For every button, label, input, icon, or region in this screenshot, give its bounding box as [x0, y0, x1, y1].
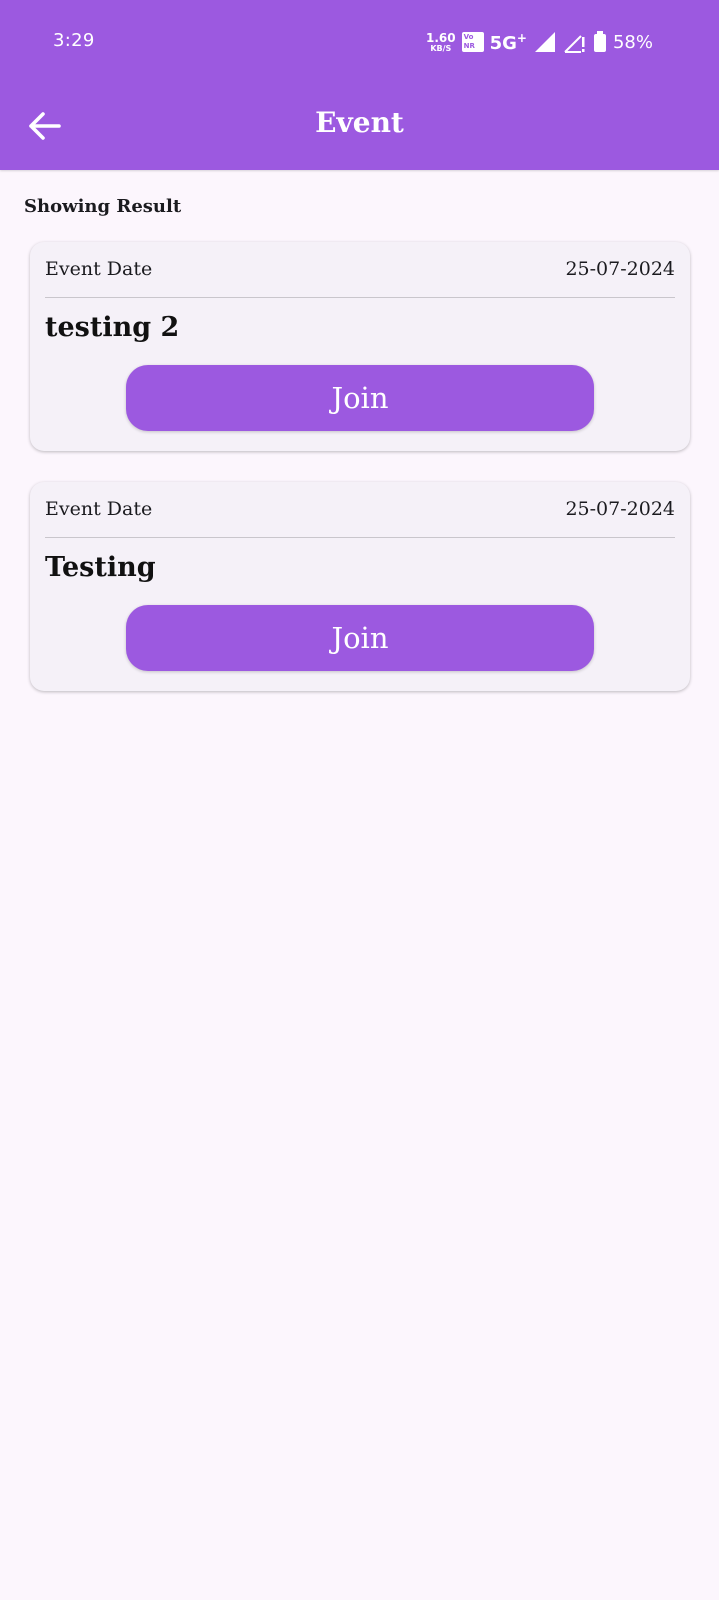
- network-type-label: 5G: [489, 32, 517, 54]
- network-type: 5G+: [490, 31, 527, 54]
- event-card-header: Event Date 25-07-2024: [45, 498, 675, 538]
- net-speed-unit: KB/S: [430, 43, 452, 53]
- volte-bottom: NR: [463, 42, 475, 50]
- event-card-header: Event Date 25-07-2024: [45, 258, 675, 298]
- volte-icon: Vo NR: [461, 32, 484, 52]
- battery-icon: [593, 31, 606, 52]
- volte-top: Vo: [463, 33, 474, 41]
- event-date: 25-07-2024: [565, 258, 675, 280]
- header: 3:29 1.60 KB/S Vo NR 5G+ 58% Event: [0, 0, 719, 170]
- status-icons: 1.60 KB/S Vo NR 5G+ 58%: [426, 28, 653, 56]
- event-card: Event Date 25-07-2024 testing 2 Join: [30, 242, 690, 451]
- network-plus: +: [516, 30, 527, 45]
- event-name: Testing: [45, 552, 156, 583]
- battery-percent: 58%: [612, 31, 653, 53]
- event-date: 25-07-2024: [565, 498, 675, 520]
- page-title: Event: [315, 106, 404, 139]
- signal-no-service-icon: [564, 35, 585, 53]
- results-label: Showing Result: [24, 196, 182, 217]
- event-card: Event Date 25-07-2024 Testing Join: [30, 482, 690, 691]
- status-time: 3:29: [53, 30, 95, 51]
- status-bar: 3:29 1.60 KB/S Vo NR 5G+ 58%: [0, 0, 719, 84]
- event-date-label: Event Date: [45, 258, 153, 280]
- net-speed: 1.60 KB/S: [426, 32, 456, 53]
- event-name: testing 2: [45, 312, 180, 343]
- join-button[interactable]: Join: [126, 365, 594, 431]
- event-date-label: Event Date: [45, 498, 153, 520]
- join-button[interactable]: Join: [126, 605, 594, 671]
- app-bar: Event: [0, 84, 719, 170]
- signal-icon: [534, 32, 555, 52]
- net-speed-value: 1.60: [426, 30, 456, 45]
